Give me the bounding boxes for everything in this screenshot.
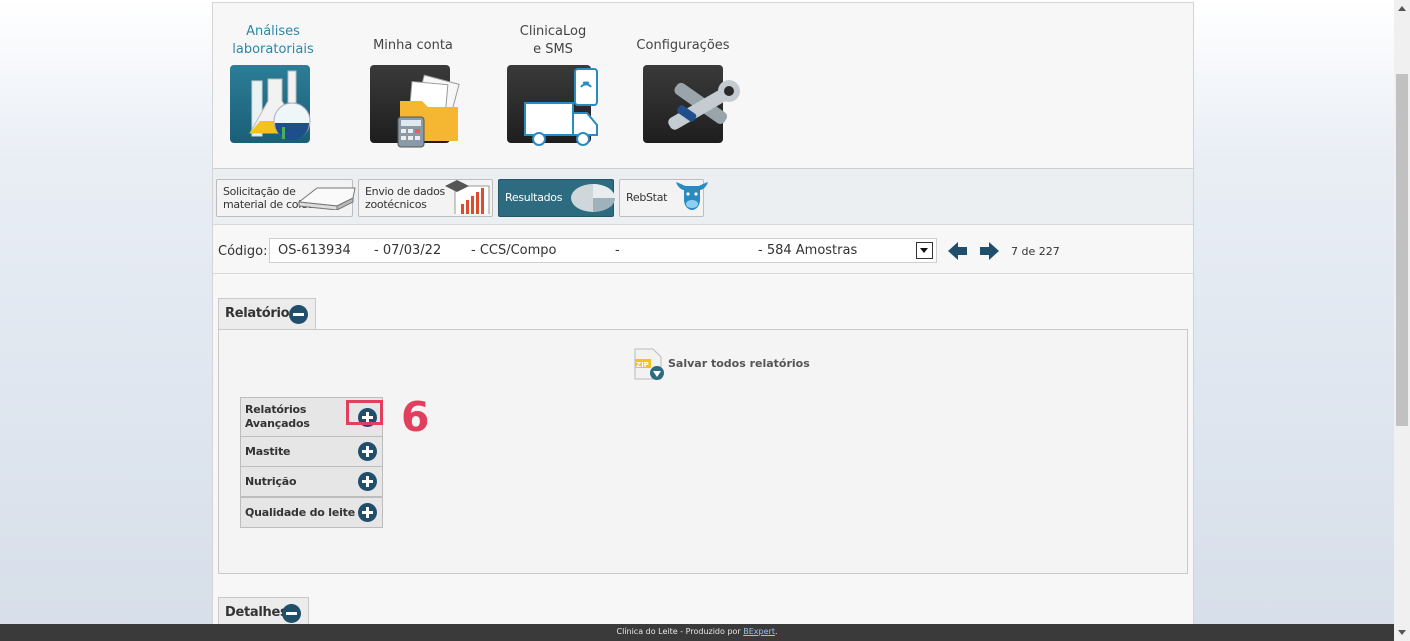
zip-badge: ZIP [636,361,649,369]
sub-nav-resultados[interactable]: Resultados [498,179,615,217]
sub-nav-rebstat[interactable]: RebStat [619,179,708,217]
nav-label-line2: e SMS [533,42,573,57]
sub-nav: Solicitação de material de coleta Envio … [213,169,1193,225]
footer: Clínica do Leite - Produzido por BExpert… [0,624,1394,641]
scroll-down-icon[interactable] [1394,625,1410,641]
order-selector-bar: Código: OS-613934 - 07/03/22 - CCS/Compo… [213,225,1193,274]
sub-nav-label: Resultados [505,191,563,204]
arrow-left-icon[interactable] [948,241,968,261]
footer-link[interactable]: BExpert [743,627,775,636]
save-all-label: Salvar todos relatórios [668,357,810,370]
chevron-down-icon[interactable] [916,242,933,259]
collapse-icon [282,604,301,623]
nav-analises-laboratoriais[interactable]: Análises laboratoriais [213,3,333,163]
order-samples: - 584 Amostras [758,243,858,258]
sub-nav-label-line2: zootécnicos [365,198,427,211]
footer-text: Clínica do Leite - Produzido por [616,627,744,636]
nav-label: Configurações [636,38,730,53]
account-folder-icon [370,65,460,148]
accordion-label: Nutrição [245,475,297,488]
order-code: OS-613934 [278,243,351,258]
zip-download-icon: ZIP [634,348,664,380]
vertical-scrollbar[interactable] [1394,0,1410,641]
scrollbar-thumb[interactable] [1396,74,1408,426]
nav-clinicalog-sms[interactable]: ClinicaLog e SMS [493,3,613,163]
cow-icon [676,182,708,210]
order-date: - 07/03/22 [374,243,442,258]
accordion-qualidade-leite[interactable]: Qualidade do leite [240,497,383,528]
order-type: - CCS/Compo [471,243,557,258]
nav-minha-conta[interactable]: Minha conta [353,3,473,163]
nav-configuracoes[interactable]: Configurações [623,3,743,163]
page-count: 7 de 227 [1011,245,1060,258]
reports-panel-toggle[interactable]: Relatórios [218,298,316,329]
nav-label-line2: laboratoriais [232,42,314,57]
lab-flask-icon [230,65,315,145]
scroll-up-icon[interactable] [1394,0,1410,16]
nav-label-line1: ClinicaLog [519,24,587,39]
arrow-right-icon[interactable] [980,241,1000,261]
truck-phone-icon [507,65,598,146]
details-panel-title: Detalhes [225,605,288,620]
order-select[interactable]: OS-613934 - 07/03/22 - CCS/Compo - - 584… [269,238,937,263]
annotation-highlight-box [346,400,383,425]
nav-label-line1: Análises [246,24,300,39]
page-container: Análises laboratoriais Minha conta Clini… [212,2,1194,628]
pie-chart-icon [571,184,615,212]
sub-nav-label-line1: Envio de dados [365,185,445,198]
wrench-tools-icon [643,65,740,145]
nav-label: Minha conta [373,38,453,53]
sub-nav-label: RebStat [626,191,668,204]
expand-icon[interactable] [358,472,377,491]
sub-nav-solicitacao[interactable]: Solicitação de material de coleta [216,179,356,217]
scanner-icon [297,187,356,210]
collapse-icon [289,305,308,324]
accordion-label-line2: Avançados [245,417,310,430]
accordion-label: Qualidade do leite [245,506,355,519]
reports-panel-title: Relatórios [225,306,297,321]
accordion-nutricao[interactable]: Nutrição [240,466,383,497]
accordion-label-line1: Relatórios [245,403,307,416]
order-separator: - [615,243,620,258]
save-all-reports-button[interactable]: ZIP Salvar todos relatórios [633,347,810,381]
footer-suffix: . [774,627,778,636]
expand-icon[interactable] [358,503,377,522]
sub-nav-envio-dados[interactable]: Envio de dados zootécnicos [358,179,493,217]
accordion-mastite[interactable]: Mastite [240,436,383,467]
expand-icon[interactable] [358,442,377,461]
accordion-label: Mastite [245,445,291,458]
main-nav: Análises laboratoriais Minha conta Clini… [213,3,1193,169]
code-label: Código: [218,244,268,259]
annotation-step-number: 6 [401,393,430,441]
reports-panel-body: ZIP Salvar todos relatórios Relatórios A… [218,329,1188,574]
graduation-chart-icon [445,180,490,214]
